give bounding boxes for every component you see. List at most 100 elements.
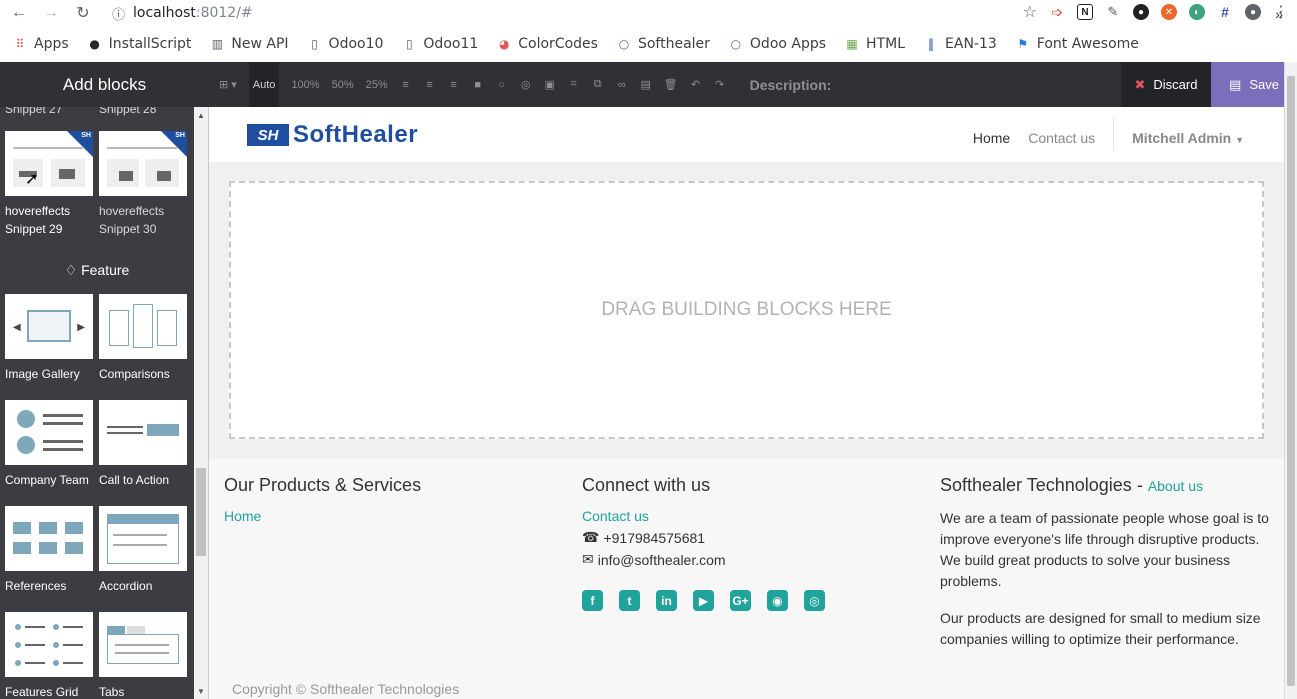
twitter-icon[interactable]: t xyxy=(619,590,640,611)
ext-grid-icon[interactable]: # xyxy=(1217,4,1233,20)
address-bar[interactable]: ⓘ localhost :8012/# xyxy=(112,4,253,23)
link-icon[interactable]: ∞ xyxy=(616,62,628,107)
block-image-gallery[interactable]: ◀ ▶ Image Gallery xyxy=(5,294,93,383)
block-comparisons[interactable]: Comparisons xyxy=(99,294,187,383)
redo-icon[interactable]: ↷ xyxy=(714,62,726,107)
snippet-28[interactable]: Snippet 28 xyxy=(99,107,187,118)
image-gallery-thumbnail[interactable]: ◀ ▶ xyxy=(5,294,93,359)
nav-home-link[interactable]: Home xyxy=(973,130,1010,146)
youtube-icon[interactable]: ▶ xyxy=(693,590,714,611)
bookmark-font-awesome[interactable]: ⚑ Font Awesome xyxy=(1015,36,1139,52)
footer-home-link[interactable]: Home xyxy=(224,508,261,524)
nav-contact-link[interactable]: Contact us xyxy=(1028,130,1095,146)
snippet-29[interactable]: SH ➚ hovereffects Snippet 29 xyxy=(5,131,93,238)
size-100-button[interactable]: 100% xyxy=(291,62,319,107)
linkedin-icon[interactable]: in xyxy=(656,590,677,611)
crop-icon[interactable]: ⌗ xyxy=(568,62,580,107)
snippet-30[interactable]: SH hovereffects Snippet 30 xyxy=(99,131,187,238)
block-call-to-action[interactable]: Call to Action xyxy=(99,400,187,489)
align-left-icon[interactable]: ≡ xyxy=(400,62,412,107)
softhealer-logo[interactable]: SH SoftHealer xyxy=(247,121,418,149)
grid-dropdown-icon[interactable]: ⊞ ▾ xyxy=(219,62,237,107)
features-grid-thumbnail[interactable] xyxy=(5,612,93,677)
forward-arrow-icon[interactable]: → xyxy=(40,2,62,24)
block-references[interactable]: References xyxy=(5,506,93,595)
barcode-icon: ‖ xyxy=(928,37,935,51)
shadow-shape-icon[interactable]: ◎ xyxy=(520,62,532,107)
bookmark-installscript[interactable]: ● InstallScript xyxy=(87,36,192,52)
block-accordion[interactable]: Accordion xyxy=(99,506,187,595)
bookmark-odoo11[interactable]: ▯ Odoo11 xyxy=(401,36,478,52)
undo-icon[interactable]: ↶ xyxy=(690,62,702,107)
nav-divider xyxy=(1113,117,1115,151)
comparisons-thumbnail[interactable] xyxy=(99,294,187,359)
main-scrollbar[interactable] xyxy=(1284,62,1297,699)
github-icon[interactable]: ◉ xyxy=(767,590,788,611)
feature-section-title: ♢ Feature xyxy=(64,262,130,278)
snippet-thumbnail[interactable]: SH ➚ xyxy=(5,131,93,196)
instagram-icon[interactable]: ◎ xyxy=(804,590,825,611)
bookmark-label: InstallScript xyxy=(108,36,192,52)
drop-zone[interactable]: DRAG BUILDING BLOCKS HERE xyxy=(229,181,1264,439)
scroll-up-arrow-icon[interactable]: ▲ xyxy=(197,111,205,120)
footer-about-link[interactable]: About us xyxy=(1148,478,1203,494)
bookmark-colorcodes[interactable]: ◕ ColorCodes xyxy=(496,36,598,52)
ext-circle-icon[interactable]: ● xyxy=(1133,4,1149,20)
discard-button[interactable]: ✖ Discard xyxy=(1121,62,1211,107)
tabs-thumbnail[interactable] xyxy=(99,612,187,677)
sidebar-scroll-thumb[interactable] xyxy=(196,468,206,556)
bookmark-odoo10[interactable]: ▯ Odoo10 xyxy=(307,36,384,52)
user-menu[interactable]: Mitchell Admin ▼ xyxy=(1132,130,1244,146)
bookmark-new-api[interactable]: ▥ New API xyxy=(209,36,289,52)
info-icon[interactable]: ⓘ xyxy=(112,4,125,23)
ext-globe-icon[interactable]: ◐ xyxy=(1189,4,1205,20)
align-center-icon[interactable]: ≡ xyxy=(424,62,436,107)
bookmarks-more-icon[interactable]: » xyxy=(1275,6,1283,22)
reload-icon[interactable]: ↻ xyxy=(72,2,94,24)
company-team-thumbnail[interactable] xyxy=(5,400,93,465)
star-icon[interactable]: ☆ xyxy=(1023,2,1037,22)
bookmark-label: Odoo10 xyxy=(328,36,384,52)
square-shape-icon[interactable]: ■ xyxy=(472,62,484,107)
bookmark-softhealer[interactable]: ○ Softhealer xyxy=(616,36,710,52)
sidebar-scrollbar[interactable]: ▲ ▼ xyxy=(194,107,209,699)
snippet-thumbnail[interactable]: SH xyxy=(99,131,187,196)
back-arrow-icon[interactable]: ← xyxy=(8,2,30,24)
scroll-down-arrow-icon[interactable]: ▼ xyxy=(197,687,205,696)
align-right-icon[interactable]: ≡ xyxy=(448,62,460,107)
size-25-button[interactable]: 25% xyxy=(366,62,388,107)
circle-shape-icon[interactable]: ○ xyxy=(496,62,508,107)
google-plus-icon[interactable]: G+ xyxy=(730,590,751,611)
transform-icon[interactable]: ⧉ xyxy=(592,62,604,107)
bookmark-ean-13[interactable]: ‖ EAN-13 xyxy=(923,36,997,52)
footer-about-para-1: We are a team of passionate people whose… xyxy=(940,510,1269,589)
image-icon[interactable]: ▣ xyxy=(544,62,556,107)
ext-arrow-icon[interactable]: ➩ xyxy=(1049,4,1065,20)
size-auto-button[interactable]: Auto xyxy=(248,62,280,107)
snippet-27[interactable]: Snippet 27 xyxy=(5,107,93,118)
main-scroll-thumb[interactable] xyxy=(1287,76,1295,686)
replace-image-icon[interactable]: ▤ xyxy=(640,62,652,107)
phone-icon: ☎ xyxy=(582,529,600,545)
facebook-icon[interactable]: f xyxy=(582,590,603,611)
ext-eyedropper-icon[interactable]: ✎ xyxy=(1105,4,1121,20)
profile-icon[interactable]: ● xyxy=(1245,4,1261,20)
mouse-cursor-icon: ➚ xyxy=(25,171,39,188)
block-company-team[interactable]: Company Team xyxy=(5,400,93,489)
footer-products-title: Our Products & Services xyxy=(224,475,422,495)
bookmark-apps[interactable]: ⠿ Apps xyxy=(12,36,69,52)
size-50-button[interactable]: 50% xyxy=(332,62,354,107)
call-to-action-thumbnail[interactable] xyxy=(99,400,187,465)
snippet-label: Snippet 27 xyxy=(5,107,63,116)
trash-icon[interactable]: 🗑 xyxy=(664,62,678,107)
references-thumbnail[interactable] xyxy=(5,506,93,571)
footer-contact-link[interactable]: Contact us xyxy=(582,508,649,524)
bookmark-html[interactable]: ▦ HTML xyxy=(844,36,905,52)
block-features-grid[interactable]: Features Grid xyxy=(5,612,93,699)
bookmark-odoo-apps[interactable]: ○ Odoo Apps xyxy=(728,36,826,52)
ext-n-icon[interactable]: N xyxy=(1077,4,1093,20)
ext-orange-icon[interactable]: ✕ xyxy=(1161,4,1177,20)
block-tabs[interactable]: Tabs xyxy=(99,612,187,699)
footer-col-products: Our Products & Services Home xyxy=(224,475,544,524)
accordion-thumbnail[interactable] xyxy=(99,506,187,571)
